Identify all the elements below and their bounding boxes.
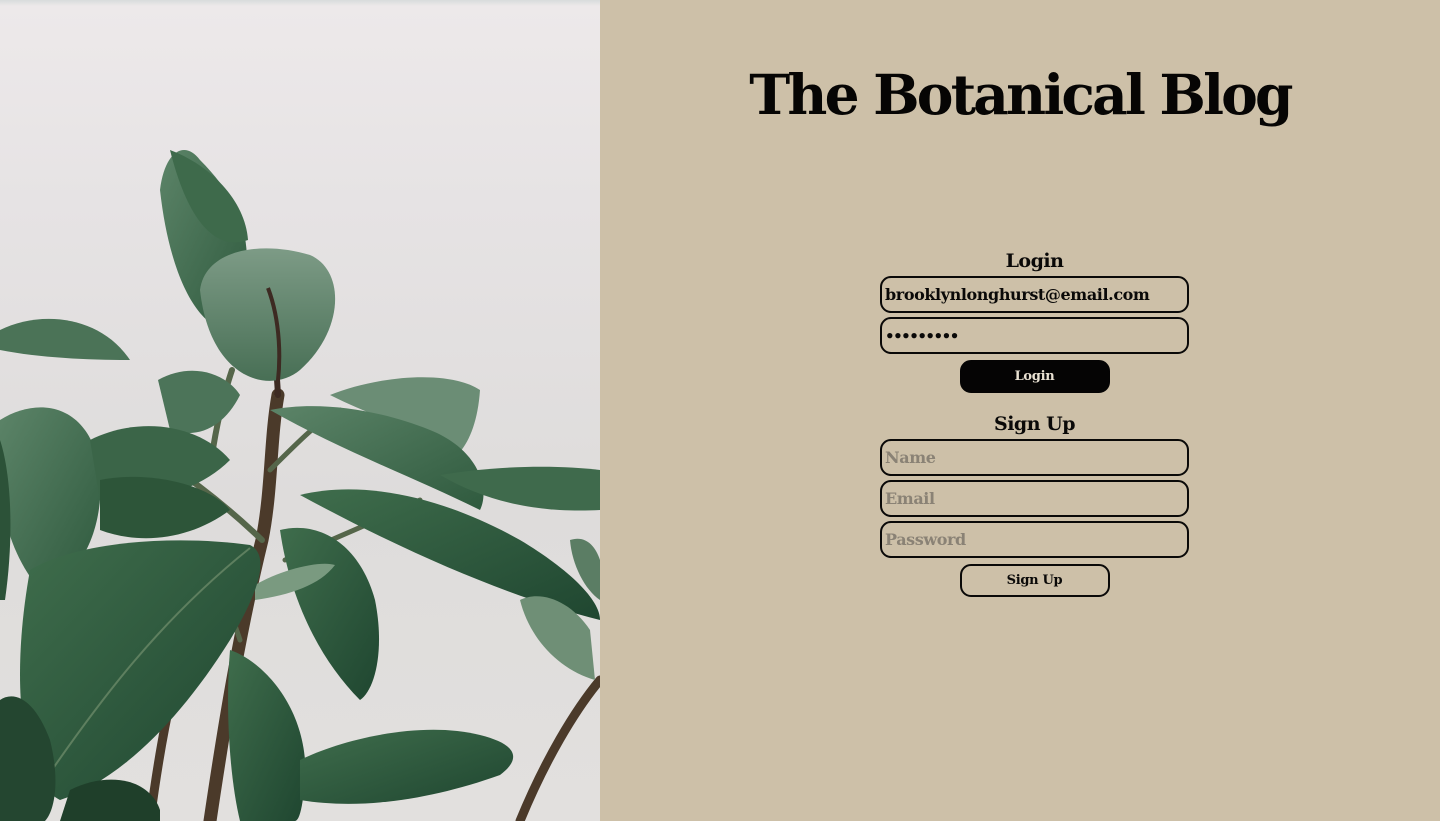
login-heading: Login [1005,250,1064,272]
hero-photo [0,0,600,821]
auth-forms: Login Login Sign Up Sign Up [880,248,1189,597]
signup-email-input[interactable] [880,480,1189,517]
signup-password-input[interactable] [880,521,1189,558]
signup-name-input[interactable] [880,439,1189,476]
ficus-plant-photo-icon [0,150,600,821]
auth-panel: The Botanical Blog Login Login Sign Up S… [600,0,1440,821]
login-password-input[interactable] [880,317,1189,354]
site-title: The Botanical Blog [749,62,1293,127]
login-page: The Botanical Blog Login Login Sign Up S… [0,0,1440,821]
login-email-input[interactable] [880,276,1189,313]
signup-heading: Sign Up [993,413,1076,435]
signup-button[interactable]: Sign Up [959,564,1110,597]
login-button[interactable]: Login [959,360,1110,393]
